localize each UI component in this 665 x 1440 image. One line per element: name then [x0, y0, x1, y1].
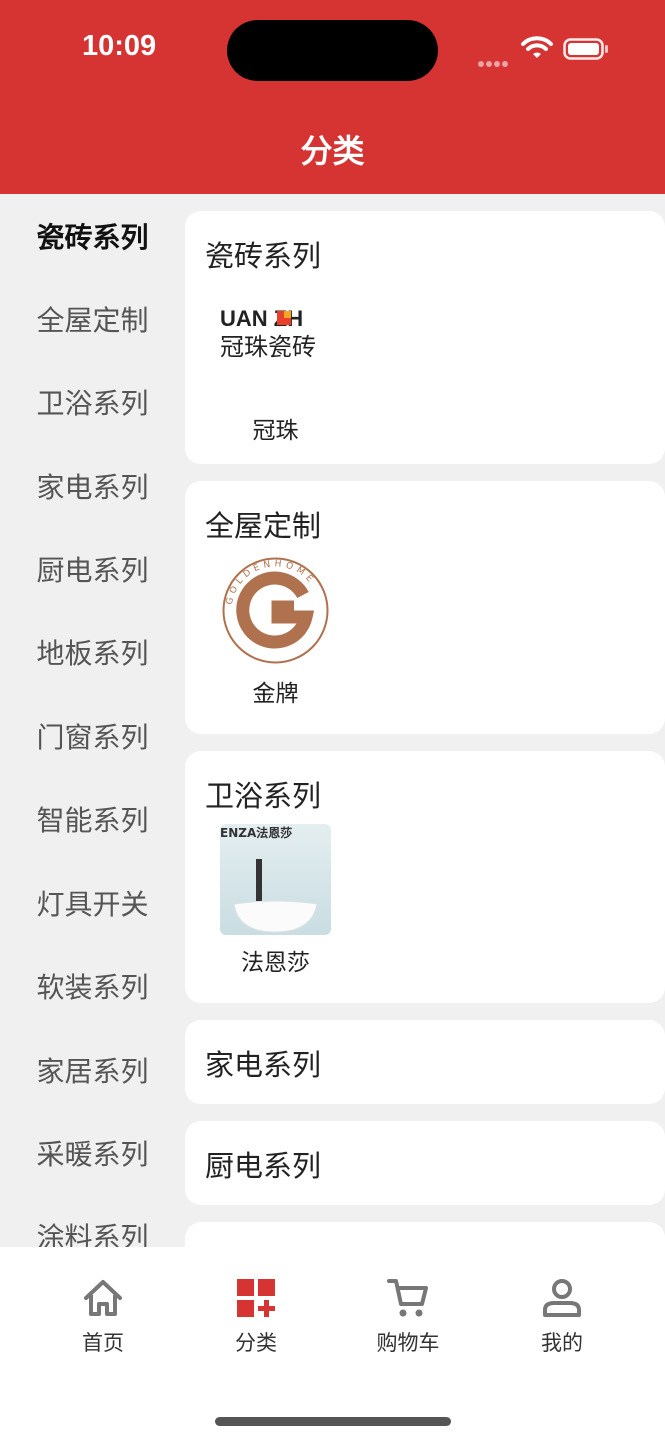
section-card-next: [185, 1222, 665, 1247]
tab-label: 首页: [82, 1331, 124, 1355]
goldenhome-logo: GOLDENHOME: [222, 557, 329, 664]
brand-name: 法恩莎: [241, 950, 310, 976]
svg-text:冠珠瓷砖: 冠珠瓷砖: [220, 333, 316, 361]
brand-item-guanzhu[interactable]: UAN ZH 冠珠瓷砖 冠珠: [220, 292, 331, 445]
section-card-bathroom: 卫浴系列 ENZA法恩莎 法恩莎: [185, 751, 665, 1003]
section-card-kitchen: 厨电系列: [185, 1121, 665, 1205]
section-card-whole-house: 全屋定制 GOLDENHOME 金牌: [185, 481, 665, 734]
sidebar-item-appliances[interactable]: 家电系列: [0, 446, 185, 529]
section-title: 全屋定制: [205, 509, 322, 543]
category-content: 瓷砖系列 UAN ZH 冠珠瓷砖 冠珠 全屋定制 GOLDENHOME 金牌 卫…: [185, 194, 665, 1247]
section-card-appliances: 家电系列: [185, 1020, 665, 1104]
top-header: 10:09 分类: [0, 0, 665, 194]
cellular-signal-icon: [478, 52, 512, 67]
profile-icon: [543, 1279, 581, 1317]
sidebar-item-lighting[interactable]: 灯具开关: [0, 863, 185, 946]
bottom-tab-bar: 首页 分类 购物车 我的: [0, 1247, 665, 1440]
sidebar-item-paint[interactable]: 涂料系列: [0, 1196, 185, 1247]
dynamic-island: [227, 20, 438, 81]
brand-item-jinpai[interactable]: GOLDENHOME 金牌: [220, 555, 331, 708]
tab-profile[interactable]: 我的: [502, 1277, 622, 1357]
section-title: 厨电系列: [205, 1149, 322, 1183]
tab-label: 购物车: [376, 1331, 440, 1355]
tab-label: 分类: [235, 1331, 277, 1355]
home-icon: [84, 1280, 122, 1316]
svg-text:ENZA法恩莎: ENZA法恩莎: [220, 825, 292, 840]
brand-item-faensha[interactable]: ENZA法恩莎 法恩莎: [220, 824, 331, 977]
page-title: 分类: [300, 132, 365, 170]
sidebar-item-whole-house[interactable]: 全屋定制: [0, 279, 185, 362]
battery-icon: [563, 38, 608, 60]
section-card-tiles: 瓷砖系列 UAN ZH 冠珠瓷砖 冠珠: [185, 211, 665, 464]
section-title: 家电系列: [205, 1048, 322, 1082]
brand-name: 冠珠: [252, 418, 299, 444]
status-time: 10:09: [82, 30, 157, 62]
sidebar-item-flooring[interactable]: 地板系列: [0, 612, 185, 695]
tab-home[interactable]: 首页: [43, 1277, 163, 1357]
sidebar-item-bathroom[interactable]: 卫浴系列: [0, 362, 185, 445]
guanzhu-logo: UAN ZH 冠珠瓷砖: [220, 292, 331, 403]
sidebar-item-heating[interactable]: 采暖系列: [0, 1113, 185, 1196]
sidebar-item-home[interactable]: 家居系列: [0, 1030, 185, 1113]
cart-icon: [387, 1279, 428, 1317]
wifi-icon: [521, 36, 553, 58]
sidebar-item-tiles[interactable]: 瓷砖系列: [0, 196, 185, 279]
tab-category[interactable]: 分类: [196, 1277, 316, 1357]
sidebar-item-doors-windows[interactable]: 门窗系列: [0, 696, 185, 779]
faensha-logo: ENZA法恩莎: [220, 824, 331, 935]
brand-name: 金牌: [252, 681, 299, 707]
category-sidebar: 瓷砖系列 全屋定制 卫浴系列 家电系列 厨电系列 地板系列 门窗系列 智能系列 …: [0, 194, 185, 1247]
section-title: 瓷砖系列: [205, 239, 322, 273]
sidebar-item-soft-furnishing[interactable]: 软装系列: [0, 946, 185, 1029]
sidebar-item-kitchen[interactable]: 厨电系列: [0, 529, 185, 612]
sidebar-item-smart[interactable]: 智能系列: [0, 779, 185, 862]
tab-label: 我的: [541, 1331, 583, 1355]
section-title: 卫浴系列: [205, 779, 322, 813]
tab-cart[interactable]: 购物车: [348, 1277, 468, 1357]
home-indicator: [215, 1417, 451, 1426]
category-icon: [237, 1279, 275, 1317]
